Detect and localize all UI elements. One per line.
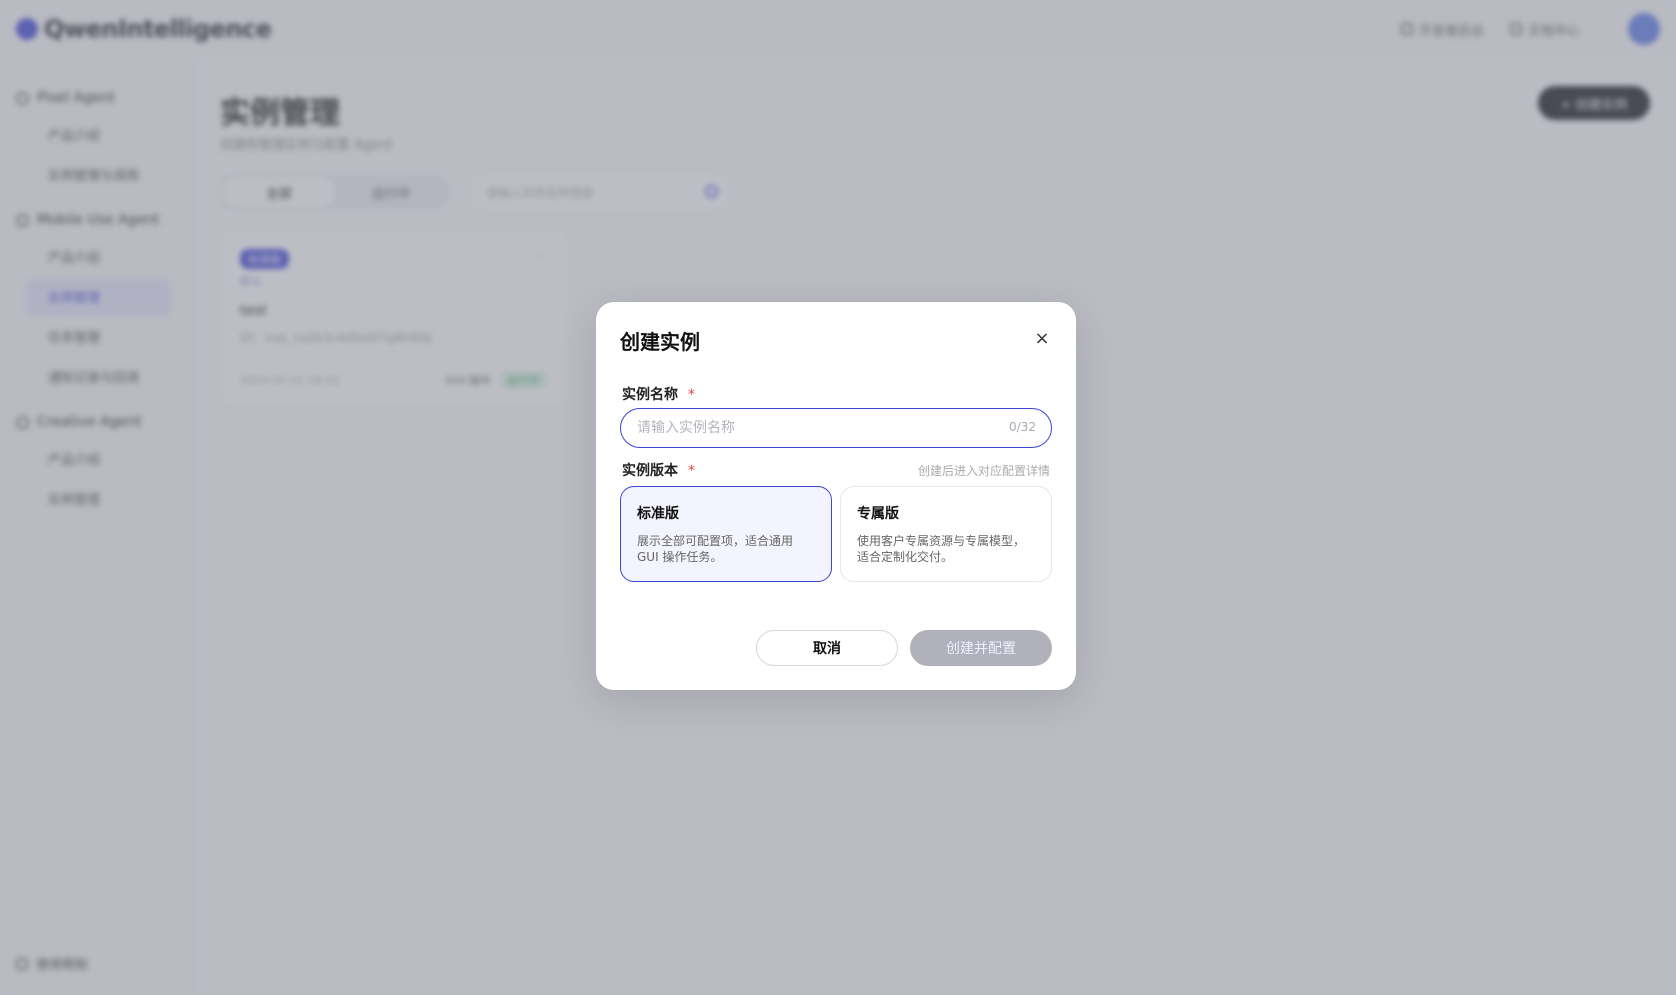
app-root: QwenIntelligence 开发者后台 文档中心 Pixel Agent	[0, 0, 1676, 995]
version-hint: 创建后进入对应配置详情	[917, 464, 1050, 478]
option-desc: 使用客户专属资源与专属模型，适合定制化交付。	[857, 534, 1026, 564]
option-standard[interactable]: 标准版 展示全部可配置项，适合通用 GUI 操作任务。	[620, 486, 832, 582]
instance-version-label: 实例版本 *	[622, 460, 695, 480]
cancel-button[interactable]: 取消	[756, 630, 898, 666]
label-text: 实例名称	[622, 387, 678, 403]
required-mark: *	[688, 463, 695, 479]
close-icon[interactable]: ×	[1030, 326, 1054, 350]
create-instance-dialog: 创建实例 × 实例名称 * 0/32 实例版本 * 创建后进入对应配置详情 标准版 …	[596, 302, 1076, 690]
option-title: 标准版	[637, 506, 679, 522]
dialog-title: 创建实例	[620, 330, 700, 354]
option-title: 专属版	[857, 506, 899, 522]
option-dedicated[interactable]: 专属版 使用客户专属资源与专属模型，适合定制化交付。	[840, 486, 1052, 582]
create-and-configure-button[interactable]: 创建并配置	[910, 630, 1052, 666]
label-text: 实例版本	[622, 463, 678, 479]
instance-name-label: 实例名称 *	[622, 384, 695, 404]
option-desc: 展示全部可配置项，适合通用 GUI 操作任务。	[637, 534, 794, 564]
char-counter: 0/32	[1009, 420, 1036, 434]
required-mark: *	[688, 387, 695, 403]
instance-name-input[interactable]	[620, 408, 1052, 448]
